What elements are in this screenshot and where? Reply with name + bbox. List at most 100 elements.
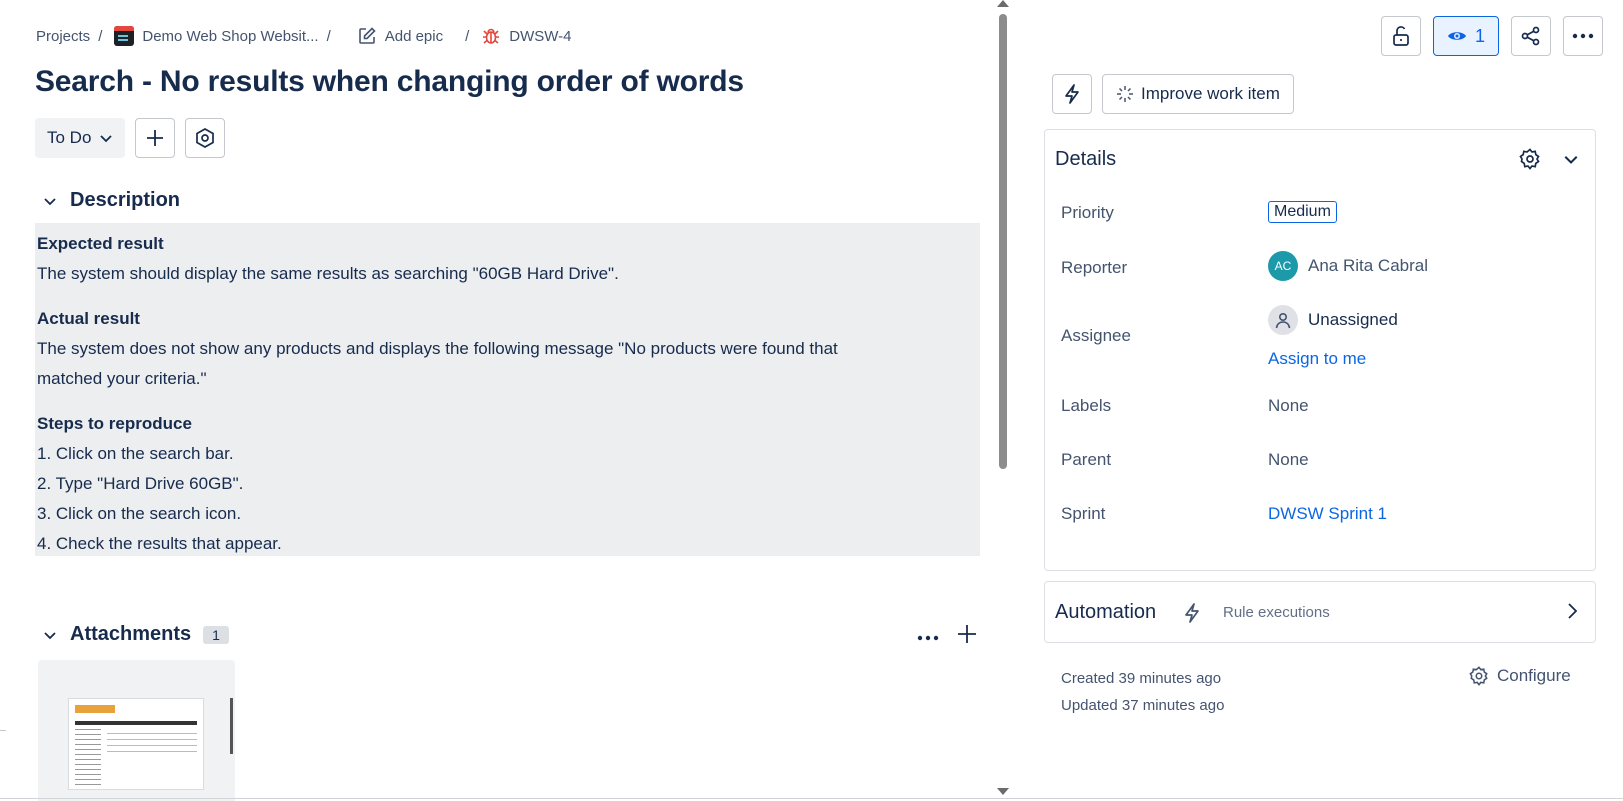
reporter-field[interactable]: AC Ana Rita Cabral (1268, 251, 1428, 281)
step-item: 2. Type "Hard Drive 60GB". (37, 474, 244, 493)
plus-icon[interactable] (957, 624, 977, 649)
actual-heading: Actual result (37, 309, 140, 328)
priority-field: Medium (1268, 201, 1337, 223)
gear-icon (1469, 666, 1488, 686)
share-icon (1521, 26, 1540, 46)
eye-icon (1447, 32, 1466, 40)
lock-icon (1393, 26, 1409, 46)
priority-value[interactable]: Medium (1268, 201, 1337, 223)
chevron-down-icon[interactable] (42, 193, 58, 209)
created-timestamp: Created 39 minutes ago (1061, 670, 1222, 687)
details-header-actions (1519, 148, 1579, 175)
breadcrumb-separator: / (465, 27, 470, 45)
rule-executions-label: Rule executions (1223, 604, 1330, 621)
parent-label: Parent (1061, 450, 1112, 469)
configure-label: Configure (1497, 666, 1571, 685)
actual-text-line-1: The system does not show any products an… (37, 339, 838, 358)
sparkle-icon (1117, 86, 1133, 102)
step-item: 4. Check the results that appear. (37, 534, 282, 553)
chevron-down-icon (100, 135, 113, 143)
add-epic-button[interactable]: Add epic (357, 26, 443, 46)
page-title: Search - No results when changing order … (35, 65, 744, 98)
attachments-actions (917, 624, 977, 649)
improve-work-item-button[interactable]: Improve work item (1102, 74, 1294, 114)
breadcrumb-projects[interactable]: Projects (36, 28, 90, 45)
sprint-link[interactable]: DWSW Sprint 1 (1268, 504, 1387, 524)
gear-icon[interactable] (1519, 148, 1541, 175)
apps-button[interactable] (185, 118, 226, 158)
restrict-button[interactable] (1381, 16, 1421, 56)
description-heading: Description (70, 189, 181, 211)
automation-panel[interactable]: Automation Rule executions (1044, 581, 1596, 643)
assign-to-me-link[interactable]: Assign to me (1268, 349, 1366, 369)
assignee-label: Assignee (1061, 326, 1131, 345)
breadcrumb: Projects / Demo Web Shop Websit... / Add… (36, 24, 572, 48)
attachment-thumbnail[interactable] (38, 660, 235, 801)
automation-button[interactable] (1052, 74, 1092, 114)
plus-icon (147, 130, 164, 146)
step-item: 3. Click on the search icon. (37, 504, 242, 523)
scroll-up-arrow[interactable] (997, 0, 1009, 7)
lightning-icon (1065, 84, 1079, 104)
assignee-field[interactable]: Unassigned (1268, 305, 1398, 335)
sprint-label: Sprint (1061, 504, 1106, 523)
unassigned-avatar-icon (1268, 305, 1298, 335)
labels-value[interactable]: None (1268, 396, 1309, 416)
updated-timestamp: Updated 37 minutes ago (1061, 697, 1225, 714)
assignee-value: Unassigned (1308, 310, 1398, 329)
scrollbar-thumb[interactable] (999, 14, 1007, 469)
chevron-down-icon[interactable] (1563, 151, 1579, 172)
description-body[interactable]: Expected result The system should displa… (35, 223, 980, 556)
avatar: AC (1268, 251, 1298, 281)
priority-label: Priority (1061, 203, 1114, 222)
more-icon (1572, 33, 1594, 39)
scroll-down-arrow[interactable] (997, 788, 1009, 795)
parent-value[interactable]: None (1268, 450, 1309, 470)
expected-heading: Expected result (37, 234, 164, 253)
watch-count: 1 (1474, 25, 1485, 46)
breadcrumb-separator: / (98, 27, 103, 45)
add-epic-label: Add epic (384, 27, 444, 45)
attachments-heading: Attachments (70, 623, 192, 645)
expected-text: The system should display the same resul… (37, 264, 619, 283)
more-actions-button[interactable] (1563, 16, 1603, 56)
reporter-label: Reporter (1061, 258, 1128, 277)
add-button[interactable] (135, 118, 176, 158)
reporter-name: Ana Rita Cabral (1308, 256, 1429, 275)
screenshot-preview (68, 698, 204, 790)
labels-label: Labels (1061, 396, 1112, 415)
more-icon[interactable] (917, 628, 939, 646)
improve-label: Improve work item (1141, 84, 1280, 103)
attachments-count-badge: 1 (203, 625, 229, 644)
details-panel: Details Priority Medium Reporter AC Ana … (1044, 129, 1596, 571)
issue-meta: Created 39 minutes ago Updated 37 minute… (1061, 665, 1224, 719)
actual-text-line-2: matched your criteria." (37, 369, 207, 388)
issue-action-row: To Do (35, 118, 226, 158)
hexagon-settings-icon (196, 128, 215, 148)
pencil-icon (358, 27, 376, 44)
breadcrumb-project-label: Demo Web Shop Websit... (142, 27, 319, 45)
main-scrollbar[interactable] (996, 0, 1010, 801)
step-item: 1. Click on the search bar. (37, 444, 234, 463)
ai-actions-row: Improve work item (1052, 74, 1294, 114)
breadcrumb-issue-key[interactable]: DWSW-4 (481, 26, 572, 46)
project-avatar-icon (114, 26, 135, 46)
chevron-down-icon[interactable] (42, 627, 58, 643)
issue-top-actions: 1 (1381, 16, 1603, 56)
lightning-icon (1183, 602, 1201, 629)
automation-heading: Automation (1055, 601, 1157, 623)
issue-main-column: Projects / Demo Web Shop Websit... / Add… (0, 0, 995, 801)
attachments-header: Attachments 1 (42, 623, 229, 646)
breadcrumb-project[interactable]: Demo Web Shop Websit... (114, 26, 319, 46)
status-label: To Do (47, 128, 92, 147)
bug-icon (483, 28, 500, 44)
breadcrumb-separator: / (326, 27, 331, 45)
watch-button[interactable]: 1 (1433, 16, 1499, 56)
issue-key-label: DWSW-4 (509, 27, 572, 45)
chevron-right-icon[interactable] (1565, 602, 1579, 625)
details-heading: Details (1055, 148, 1117, 170)
configure-button[interactable]: Configure (1469, 666, 1571, 686)
status-dropdown[interactable]: To Do (35, 118, 126, 158)
description-header: Description (42, 189, 180, 212)
share-button[interactable] (1511, 16, 1551, 56)
